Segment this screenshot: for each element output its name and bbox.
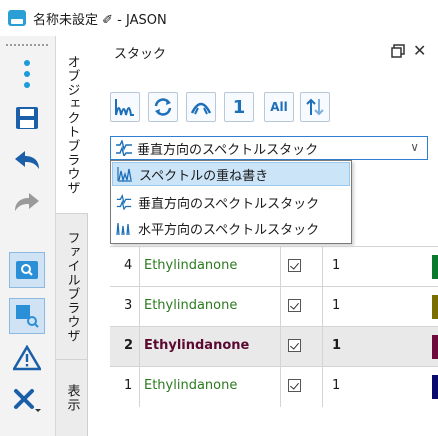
column-divider bbox=[280, 247, 281, 287]
panel-header: スタック ✕ bbox=[88, 36, 438, 68]
column-divider bbox=[322, 247, 323, 287]
main-toolbar bbox=[0, 36, 56, 436]
show-one-label: 1 bbox=[232, 96, 246, 118]
stack-panel: スタック ✕ 1 All 垂直方向のスペクトルスタック ∨ スペクトルの重ね書き… bbox=[88, 36, 438, 436]
row-name: Ethylindanone bbox=[144, 298, 238, 313]
tab-object-browser[interactable]: オブジェクトブラウザ bbox=[56, 36, 88, 214]
table-row[interactable]: 4 Ethylindanone 1 bbox=[110, 246, 438, 287]
row-checkbox[interactable] bbox=[288, 299, 301, 312]
stack-mode-dropdown: スペクトルの重ね書き 垂直方向のスペクトルスタック 水平方向のスペクトルスタック bbox=[110, 160, 352, 244]
row-name: Ethylindanone bbox=[144, 338, 250, 353]
show-one-button[interactable]: 1 bbox=[224, 92, 254, 122]
row-index: 4 bbox=[124, 258, 133, 273]
more-options-icon[interactable] bbox=[9, 56, 45, 92]
refresh-icon[interactable] bbox=[148, 92, 178, 122]
float-window-icon[interactable] bbox=[391, 44, 405, 58]
horizontal-stack-icon bbox=[116, 222, 130, 236]
show-all-label: All bbox=[270, 100, 288, 114]
vertical-stack-icon bbox=[116, 140, 132, 156]
row-color-swatch[interactable] bbox=[432, 335, 438, 359]
dropdown-option-label: スペクトルの重ね書き bbox=[139, 168, 269, 184]
column-divider bbox=[139, 327, 140, 367]
combo-selected-label: 垂直方向のスペクトルスタック bbox=[137, 142, 319, 158]
row-color-swatch[interactable] bbox=[432, 375, 438, 399]
column-divider bbox=[139, 247, 140, 287]
redo-icon[interactable] bbox=[9, 184, 45, 220]
column-divider bbox=[280, 327, 281, 367]
toolbar-grip[interactable] bbox=[6, 44, 48, 46]
title-bar: 名称未設定 ✐ - JASON bbox=[0, 0, 438, 36]
sort-icon[interactable] bbox=[300, 92, 330, 122]
app-icon bbox=[8, 10, 26, 26]
row-checkbox[interactable] bbox=[288, 339, 301, 352]
table-row[interactable]: 1 Ethylindanone 1 bbox=[110, 366, 438, 407]
stack-overlay-icon[interactable] bbox=[110, 92, 140, 122]
window-title: 名称未設定 ✐ - JASON bbox=[33, 12, 167, 28]
save-icon[interactable] bbox=[9, 100, 45, 136]
tab-display[interactable]: 表示 bbox=[56, 360, 88, 436]
column-divider bbox=[322, 287, 323, 327]
show-all-button[interactable]: All bbox=[264, 92, 294, 122]
panel-title: スタック bbox=[114, 46, 167, 62]
tools-icon[interactable] bbox=[9, 382, 45, 418]
warning-icon[interactable] bbox=[9, 340, 45, 376]
vertical-stack-icon bbox=[116, 194, 132, 210]
row-index: 3 bbox=[124, 298, 133, 313]
column-divider bbox=[139, 287, 140, 327]
tab-display-label: 表示 bbox=[64, 384, 80, 412]
column-divider bbox=[280, 287, 281, 327]
row-checkbox[interactable] bbox=[288, 259, 301, 272]
row-value: 1 bbox=[332, 298, 341, 313]
column-divider bbox=[139, 367, 140, 407]
table-row-selected[interactable]: 2 Ethylindanone 1 bbox=[110, 326, 438, 367]
stack-offset-icon[interactable] bbox=[186, 92, 216, 122]
dropdown-option-label: 垂直方向のスペクトルスタック bbox=[138, 196, 320, 212]
row-name: Ethylindanone bbox=[144, 258, 238, 273]
row-value: 1 bbox=[332, 258, 341, 273]
dropdown-option-label: 水平方向のスペクトルスタック bbox=[138, 222, 320, 238]
row-value: 1 bbox=[332, 378, 341, 393]
zoom-view-icon[interactable] bbox=[9, 252, 45, 288]
row-checkbox[interactable] bbox=[288, 379, 301, 392]
dropdown-option-vertical[interactable]: 垂直方向のスペクトルスタック bbox=[112, 190, 350, 214]
tab-file-browser[interactable]: ファイルブラウザ bbox=[56, 214, 88, 360]
overlay-spectra-icon bbox=[117, 167, 132, 182]
dropdown-option-horizontal[interactable]: 水平方向のスペクトルスタック bbox=[112, 216, 350, 240]
close-icon[interactable]: ✕ bbox=[413, 41, 426, 60]
row-value: 1 bbox=[332, 338, 342, 353]
tab-file-browser-label: ファイルブラウザ bbox=[64, 230, 80, 343]
column-divider bbox=[322, 367, 323, 407]
table-row[interactable]: 3 Ethylindanone 1 bbox=[110, 286, 438, 327]
row-name: Ethylindanone bbox=[144, 378, 238, 393]
row-color-swatch[interactable] bbox=[432, 255, 438, 279]
row-color-swatch[interactable] bbox=[432, 295, 438, 319]
tab-object-browser-label: オブジェクトブラウザ bbox=[64, 54, 80, 195]
stack-mode-combobox[interactable]: 垂直方向のスペクトルスタック ∨ bbox=[110, 136, 428, 160]
chevron-down-icon[interactable]: ∨ bbox=[410, 140, 419, 154]
dropdown-option-overlay[interactable]: スペクトルの重ね書き bbox=[112, 162, 350, 186]
row-index: 1 bbox=[124, 378, 133, 393]
row-index: 2 bbox=[124, 338, 134, 353]
undo-icon[interactable] bbox=[9, 142, 45, 178]
column-divider bbox=[322, 327, 323, 367]
vertical-tab-strip: オブジェクトブラウザ ファイルブラウザ 表示 bbox=[56, 36, 88, 436]
column-divider bbox=[280, 367, 281, 407]
zoom-region-icon[interactable] bbox=[9, 298, 45, 334]
